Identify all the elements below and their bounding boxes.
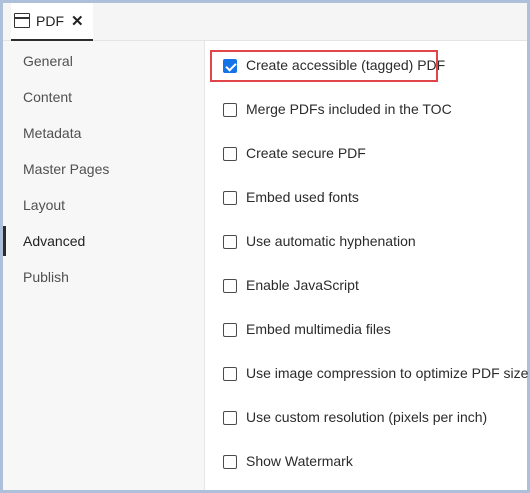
option-embed-multimedia[interactable]: Embed multimedia files — [206, 315, 527, 345]
sidebar-item-content[interactable]: Content — [3, 79, 205, 115]
tab-label: PDF — [36, 13, 64, 29]
window-icon — [14, 13, 30, 28]
option-label: Enable JavaScript — [246, 277, 359, 293]
sidebar-item-general[interactable]: General — [3, 43, 205, 79]
checkbox[interactable] — [223, 323, 237, 337]
sidebar-item-metadata[interactable]: Metadata — [3, 115, 205, 151]
option-merge-pdfs-toc[interactable]: Merge PDFs included in the TOC — [206, 95, 527, 125]
tab-pdf[interactable]: PDF ✕ — [11, 3, 93, 41]
option-embed-used-fonts[interactable]: Embed used fonts — [206, 183, 527, 213]
sidebar: General Content Metadata Master Pages La… — [3, 41, 205, 490]
option-label: Show Watermark — [246, 453, 353, 469]
sidebar-item-advanced[interactable]: Advanced — [3, 223, 205, 259]
option-label: Use image compression to optimize PDF si… — [246, 365, 529, 381]
checkbox[interactable] — [223, 455, 237, 469]
checkbox[interactable] — [223, 103, 237, 117]
checkbox[interactable] — [223, 147, 237, 161]
option-custom-resolution[interactable]: Use custom resolution (pixels per inch) — [206, 403, 527, 433]
option-label: Create accessible (tagged) PDF — [246, 57, 446, 73]
sidebar-item-master-pages[interactable]: Master Pages — [3, 151, 205, 187]
option-show-watermark[interactable]: Show Watermark — [206, 447, 527, 477]
checkbox[interactable] — [223, 191, 237, 205]
option-label: Embed used fonts — [246, 189, 359, 205]
close-icon[interactable]: ✕ — [71, 12, 84, 30]
checkbox[interactable] — [223, 235, 237, 249]
checkbox[interactable] — [223, 411, 237, 425]
tab-bar: PDF ✕ — [3, 3, 527, 41]
option-enable-javascript[interactable]: Enable JavaScript — [206, 271, 527, 301]
checkbox[interactable] — [223, 367, 237, 381]
option-automatic-hyphenation[interactable]: Use automatic hyphenation — [206, 227, 527, 257]
option-label: Use custom resolution (pixels per inch) — [246, 409, 488, 425]
option-label: Use automatic hyphenation — [246, 233, 416, 249]
advanced-options: Create accessible (tagged) PDF Merge PDF… — [206, 41, 529, 490]
option-label: Merge PDFs included in the TOC — [246, 101, 452, 117]
option-create-accessible-pdf[interactable]: Create accessible (tagged) PDF — [206, 51, 527, 81]
checkbox-checked[interactable] — [223, 59, 237, 73]
sidebar-item-layout[interactable]: Layout — [3, 187, 205, 223]
option-create-secure-pdf[interactable]: Create secure PDF — [206, 139, 527, 169]
option-label: Create secure PDF — [246, 145, 366, 161]
option-label: Embed multimedia files — [246, 321, 391, 337]
pdf-settings-panel: PDF ✕ General Content Metadata Master Pa… — [3, 3, 529, 490]
option-image-compression[interactable]: Use image compression to optimize PDF si… — [206, 359, 529, 389]
sidebar-item-publish[interactable]: Publish — [3, 259, 205, 295]
checkbox[interactable] — [223, 279, 237, 293]
